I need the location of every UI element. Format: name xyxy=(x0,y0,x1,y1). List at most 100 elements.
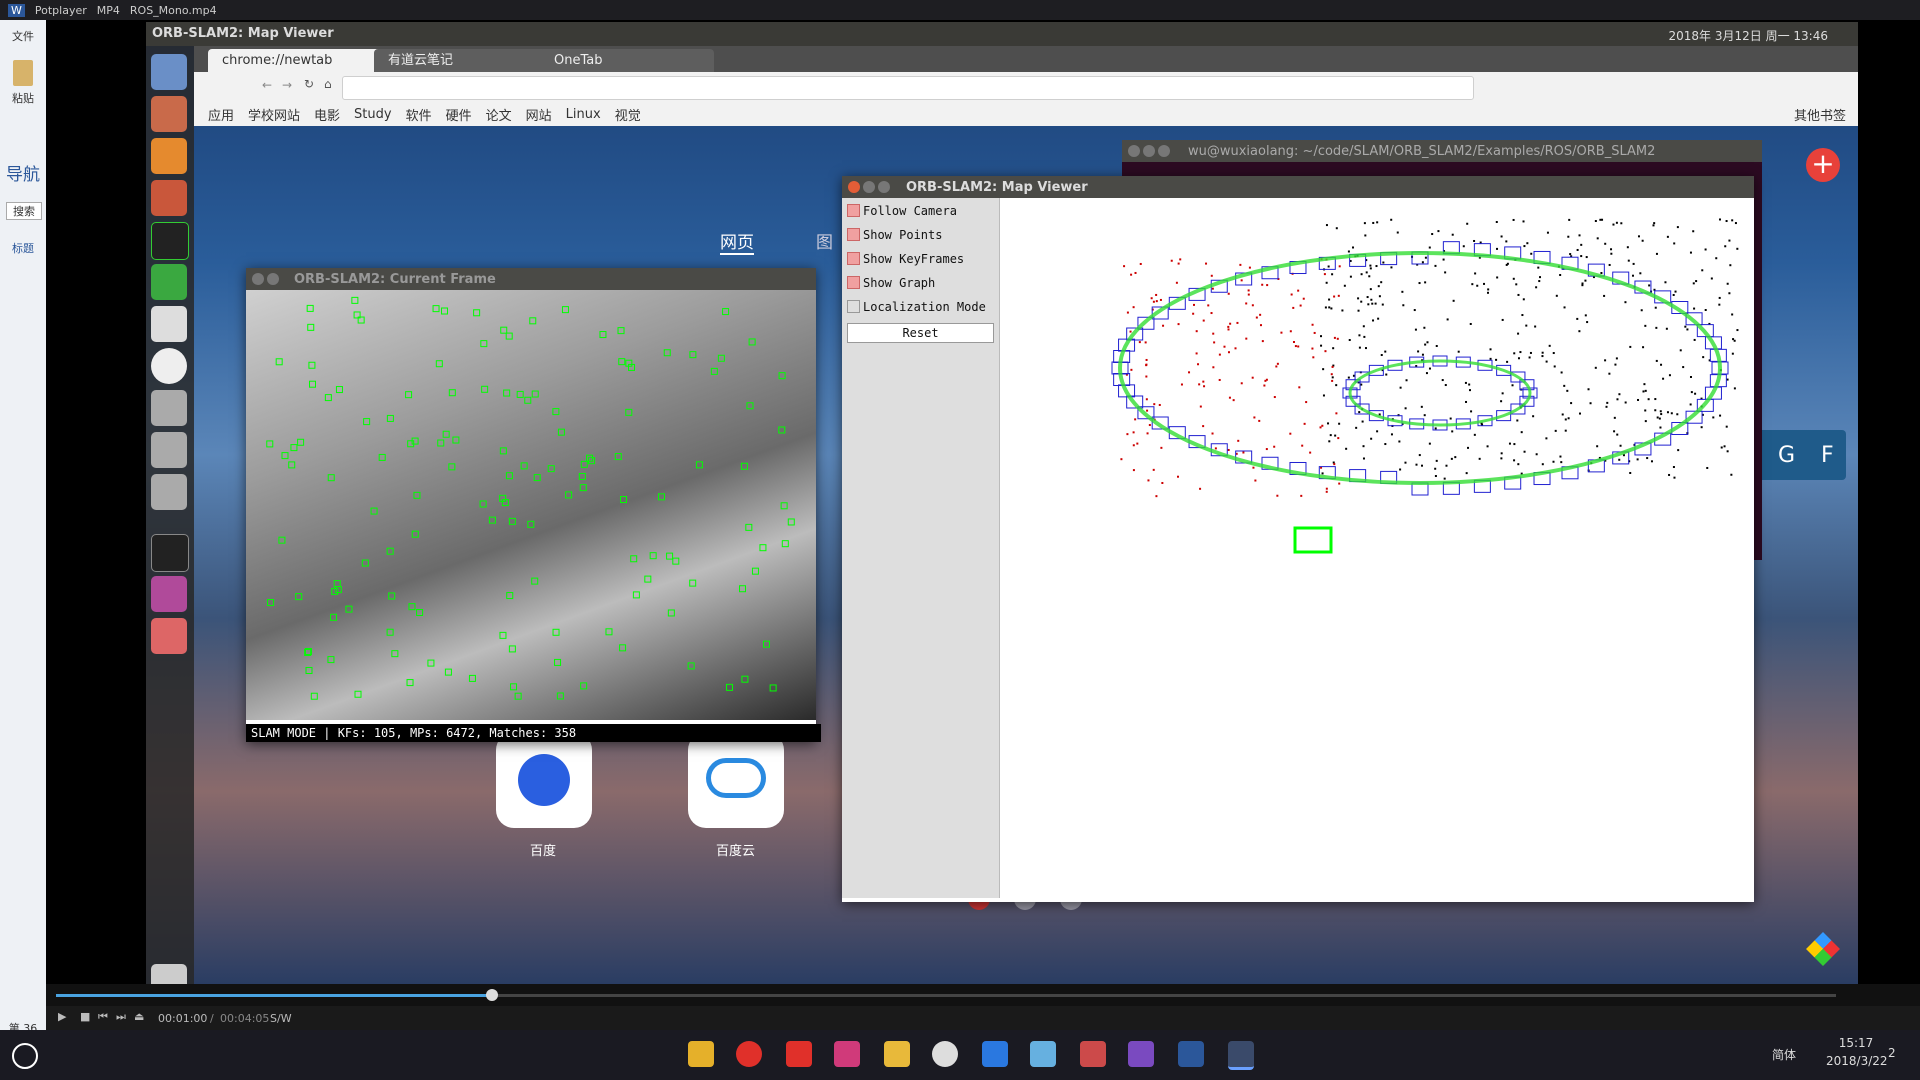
word-icon[interactable] xyxy=(1178,1041,1204,1067)
next-icon[interactable]: ⏭ xyxy=(116,1010,126,1024)
seek-handle[interactable] xyxy=(486,989,499,1001)
play-icon[interactable]: ▶ xyxy=(58,1010,66,1023)
telegram-icon[interactable] xyxy=(151,264,187,300)
bookmark-folder[interactable]: 学校网站 xyxy=(248,105,300,124)
tab-onetab[interactable]: OneTab xyxy=(540,49,714,72)
bookmark-folder[interactable]: 电影 xyxy=(314,105,340,124)
bookmark-folder[interactable]: 软件 xyxy=(406,105,432,124)
app-icon[interactable] xyxy=(786,1041,812,1067)
unknown-app-icon[interactable] xyxy=(151,474,187,510)
nav-headings-tab[interactable]: 标题 xyxy=(0,240,46,256)
minimize-icon[interactable] xyxy=(1143,145,1155,157)
checkbox-icon[interactable] xyxy=(847,252,860,265)
cortana-icon[interactable] xyxy=(12,1043,38,1069)
bookmark-folder[interactable]: 论文 xyxy=(486,105,512,124)
chrome-icon[interactable] xyxy=(151,348,187,384)
files-icon[interactable] xyxy=(151,96,187,132)
checkbox-icon[interactable] xyxy=(847,204,860,217)
taskbar-date[interactable]: 2018/3/22 xyxy=(1826,1054,1888,1068)
decoder-mode[interactable]: S/W xyxy=(270,1012,292,1025)
bookmark-folder[interactable]: 硬件 xyxy=(446,105,472,124)
previous-icon[interactable]: ⏮ xyxy=(98,1010,108,1024)
add-shortcut-icon[interactable]: + xyxy=(1806,148,1840,182)
pinwheel-icon[interactable] xyxy=(1806,932,1840,966)
newtab-web-tab[interactable]: 网页 xyxy=(720,228,754,255)
notification-count[interactable]: 2 xyxy=(1888,1046,1896,1060)
checkbox-icon[interactable] xyxy=(847,276,860,289)
taskbar-time[interactable]: 15:17 xyxy=(1826,1036,1886,1050)
reload-icon[interactable]: ↻ xyxy=(304,77,314,91)
seek-bar[interactable] xyxy=(46,984,1920,1006)
visual-studio-icon[interactable] xyxy=(1128,1041,1154,1067)
unknown-app-icon[interactable] xyxy=(151,390,187,426)
bookmark-folder[interactable]: 视觉 xyxy=(615,105,641,124)
show-keyframes-checkbox[interactable]: Show KeyFrames xyxy=(847,252,964,266)
map-viewer-window[interactable]: ORB-SLAM2: Map Viewer Follow Camera Show… xyxy=(842,176,1754,902)
clion-icon[interactable] xyxy=(151,222,189,260)
screen-recorder-icon[interactable] xyxy=(151,618,187,654)
terminal-titlebar[interactable]: wu@wuxiaolang: ~/code/SLAM/ORB_SLAM2/Exa… xyxy=(1122,140,1762,162)
stop-icon[interactable]: ■ xyxy=(80,1010,90,1023)
word-menu-file[interactable]: 文件 xyxy=(0,28,46,44)
close-icon[interactable] xyxy=(252,273,264,285)
netease-music-icon[interactable] xyxy=(736,1041,762,1067)
bookmark-folder[interactable]: Study xyxy=(354,107,392,122)
show-graph-checkbox[interactable]: Show Graph xyxy=(847,276,935,290)
workspace-switcher-icon[interactable] xyxy=(151,576,187,612)
tab-youdao[interactable]: 有道云笔记 xyxy=(374,49,548,72)
address-bar-input[interactable] xyxy=(342,76,1474,100)
close-icon[interactable] xyxy=(848,181,860,193)
local-map-point xyxy=(1253,416,1256,419)
map-3d-view[interactable] xyxy=(1000,198,1754,902)
checkbox-icon[interactable] xyxy=(847,300,860,313)
dash-icon[interactable] xyxy=(151,54,187,90)
settings-icon[interactable] xyxy=(151,180,187,216)
close-icon[interactable] xyxy=(1128,145,1140,157)
tab-newtab[interactable]: chrome://newtab xyxy=(208,49,382,72)
unknown-app-icon[interactable] xyxy=(151,432,187,468)
input-method-label[interactable]: 简体 xyxy=(1772,1046,1796,1063)
local-map-point xyxy=(1263,384,1266,387)
paste-icon[interactable] xyxy=(0,60,46,94)
baidu-app-icon[interactable] xyxy=(496,732,592,828)
bookmark-folder[interactable]: 网站 xyxy=(526,105,552,124)
app-name[interactable]: Potplayer xyxy=(35,4,87,17)
baidu-cloud-app-icon[interactable] xyxy=(688,732,784,828)
security-app-icon[interactable] xyxy=(688,1041,714,1067)
current-frame-window[interactable]: ORB-SLAM2: Current Frame SLAM MODE | KFs… xyxy=(246,268,821,742)
bookmark-apps[interactable]: 应用 xyxy=(208,105,234,124)
map-point xyxy=(1668,374,1671,377)
camera-icon[interactable] xyxy=(151,306,187,342)
checkbox-icon[interactable] xyxy=(847,228,860,241)
other-bookmarks[interactable]: 其他书签 xyxy=(1794,105,1846,124)
terminal-icon[interactable] xyxy=(151,534,189,572)
word-icon[interactable]: W xyxy=(8,3,25,17)
current-frame-titlebar[interactable]: ORB-SLAM2: Current Frame xyxy=(246,268,816,290)
bookmark-folder[interactable]: Linux xyxy=(566,107,601,122)
app-icon[interactable] xyxy=(1080,1041,1106,1067)
app-icon[interactable] xyxy=(834,1041,860,1067)
potplayer-icon[interactable] xyxy=(1228,1041,1254,1070)
maximize-icon[interactable] xyxy=(1158,145,1170,157)
follow-camera-checkbox[interactable]: Follow Camera xyxy=(847,204,957,218)
minimize-icon[interactable] xyxy=(267,273,279,285)
show-points-checkbox[interactable]: Show Points xyxy=(847,228,942,242)
system-clock[interactable]: 2018年 3月12日 周一 13:46 xyxy=(1669,27,1828,44)
localization-mode-checkbox[interactable]: Localization Mode xyxy=(847,300,986,314)
forward-icon[interactable]: → xyxy=(282,78,292,92)
app-icon[interactable] xyxy=(1030,1041,1056,1067)
map-viewer-titlebar[interactable]: ORB-SLAM2: Map Viewer xyxy=(842,176,1754,198)
reset-button[interactable]: Reset xyxy=(847,323,994,343)
app-icon[interactable] xyxy=(982,1041,1008,1067)
newtab-image-tab[interactable]: 图 xyxy=(816,228,833,253)
minimize-icon[interactable] xyxy=(863,181,875,193)
software-center-icon[interactable] xyxy=(151,138,187,174)
nav-search-input[interactable]: 搜索 xyxy=(6,202,42,220)
back-icon[interactable]: ← xyxy=(262,78,272,92)
home-icon[interactable]: ⌂ xyxy=(324,77,332,91)
file-explorer-icon[interactable] xyxy=(884,1041,910,1067)
chrome-icon[interactable] xyxy=(932,1041,958,1067)
eject-icon[interactable]: ⏏ xyxy=(134,1010,144,1023)
trash-icon[interactable] xyxy=(151,964,187,984)
maximize-icon[interactable] xyxy=(878,181,890,193)
